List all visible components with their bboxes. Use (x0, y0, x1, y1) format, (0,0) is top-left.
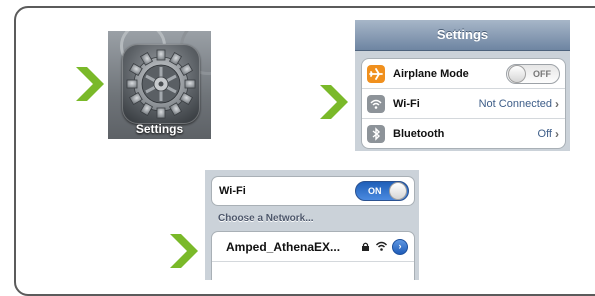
step-arrow-1 (76, 67, 104, 101)
wifi-toggle-row[interactable]: Wi-Fi ON (211, 176, 415, 206)
row-label: Bluetooth (393, 127, 445, 140)
wifi-status-value: Not Connected (478, 97, 552, 110)
network-name: Amped_AthenaEX... (226, 239, 341, 254)
step-arrow-2 (320, 85, 348, 119)
info-icon[interactable]: › (392, 238, 408, 255)
lock-icon (362, 242, 369, 251)
bluetooth-status-value: Off (537, 127, 552, 140)
wifi-screen: Wi-Fi ON Choose a Network... Amped_Athen… (205, 170, 419, 280)
settings-screen: Settings Airplane Mode OFF Wi-Fi Not Con… (355, 20, 570, 151)
bluetooth-icon (367, 124, 385, 143)
settings-row-wifi[interactable]: Wi-Fi Not Connected › (362, 89, 565, 119)
wifi-label: Wi-Fi (219, 185, 246, 197)
settings-group: Airplane Mode OFF Wi-Fi Not Connected › … (361, 58, 566, 149)
row-label: Airplane Mode (393, 67, 469, 80)
settings-row-bluetooth[interactable]: Bluetooth Off › (362, 119, 565, 148)
step-arrow-3 (170, 234, 198, 268)
chevron-right-icon: › (555, 126, 559, 141)
wifi-toggle[interactable]: ON (355, 181, 409, 201)
airplane-mode-toggle[interactable]: OFF (506, 63, 560, 84)
chevron-right-icon: › (555, 96, 559, 111)
settings-app-tile[interactable]: Settings (108, 31, 211, 139)
settings-title: Settings (355, 20, 570, 51)
network-list: Amped_AthenaEX... › (211, 231, 415, 280)
network-row[interactable]: Amped_AthenaEX... › (212, 232, 414, 262)
settings-row-airplane-mode[interactable]: Airplane Mode OFF (362, 59, 565, 89)
wifi-signal-icon (375, 241, 388, 251)
app-label: Settings (135, 122, 184, 136)
gear-icon[interactable] (122, 44, 200, 124)
airplane-icon (367, 64, 385, 83)
wifi-icon (367, 94, 385, 113)
choose-network-header: Choose a Network... (218, 213, 314, 224)
row-label: Wi-Fi (393, 97, 420, 110)
